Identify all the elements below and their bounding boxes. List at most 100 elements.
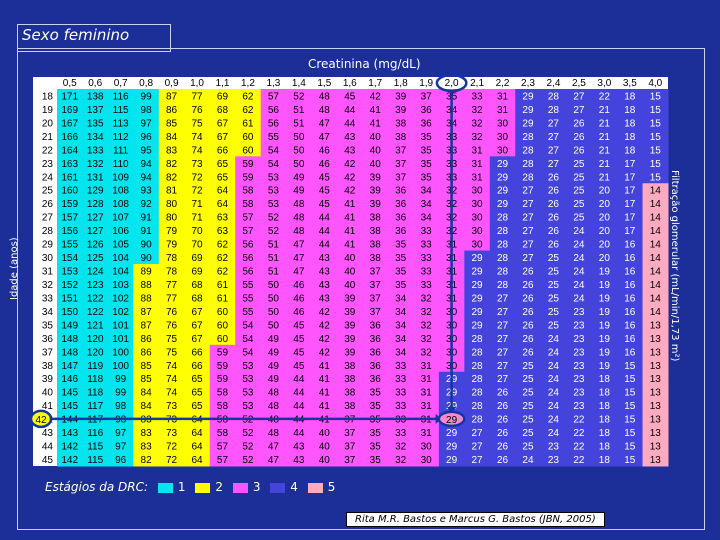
gfr-value: 14 [650,267,662,278]
gfr-value: 33 [421,253,433,264]
gfr-value: 34 [395,307,407,318]
age-label: 26 [42,199,54,210]
gfr-value: 36 [421,118,433,129]
gfr-value: 26 [548,186,560,197]
gfr-value: 77 [166,293,178,304]
column-header: 2,2 [496,78,510,89]
legend-label-4: 4 [290,480,298,494]
gfr-value: 21 [599,118,611,129]
gfr-value: 18 [624,145,636,156]
column-header: 3,0 [597,78,611,89]
gfr-value: 14 [650,307,662,318]
gfr-value: 44 [293,374,305,385]
gfr-value: 96 [141,132,153,143]
gfr-value: 154 [61,253,78,264]
gfr-value: 20 [599,213,611,224]
gfr-value: 18 [624,91,636,102]
gfr-value: 133 [87,145,104,156]
gfr-value: 39 [370,186,382,197]
gfr-value: 41 [344,199,356,210]
gfr-value: 38 [344,374,356,385]
gfr-value: 42 [319,347,331,358]
gfr-value: 34 [421,186,433,197]
gfr-value: 44 [319,213,331,224]
column-header: 0,5 [63,78,77,89]
gfr-value: 40 [344,280,356,291]
gfr-value: 65 [217,159,229,170]
gfr-value: 13 [650,361,662,372]
gfr-value: 29 [497,186,509,197]
gfr-value: 27 [497,293,509,304]
gfr-value: 101 [112,320,129,331]
gfr-value: 66 [217,145,229,156]
gfr-value: 51 [293,105,305,116]
gfr-value: 30 [421,442,433,453]
column-header: 2,4 [546,78,560,89]
gfr-value: 47 [319,118,331,129]
gfr-value: 29 [472,307,484,318]
gfr-value: 13 [650,388,662,399]
gfr-value: 55 [242,293,254,304]
gfr-value: 46 [293,307,305,318]
gfr-value: 83 [141,428,153,439]
gfr-value: 30 [472,240,484,251]
gfr-value: 41 [344,226,356,237]
gfr-value: 77 [191,91,203,102]
gfr-value: 13 [650,374,662,385]
gfr-value: 31 [472,159,484,170]
gfr-value: 32 [472,118,484,129]
gfr-value: 19 [599,334,611,345]
age-label: 40 [42,388,54,399]
gfr-value: 36 [395,213,407,224]
gfr-value: 27 [472,455,484,466]
gfr-value: 95 [141,145,153,156]
gfr-value: 24 [548,361,560,372]
gfr-value: 28 [522,145,534,156]
gfr-value: 62 [242,91,254,102]
gfr-value: 102 [112,307,129,318]
gfr-value: 16 [624,253,636,264]
gfr-value: 24 [573,280,585,291]
gfr-value: 26 [522,267,534,278]
gfr-value: 27 [548,132,560,143]
gfr-value: 27 [497,347,509,358]
gfr-value: 120 [87,347,104,358]
gfr-value: 41 [319,361,331,372]
gfr-value: 30 [497,132,509,143]
gfr-value: 47 [293,267,305,278]
gfr-value: 18 [599,415,611,426]
gfr-value: 45 [293,347,305,358]
gfr-value: 79 [166,226,178,237]
gfr-value: 72 [191,172,203,183]
gfr-value: 25 [522,374,534,385]
age-label: 29 [42,240,54,251]
gfr-value: 29 [497,172,509,183]
gfr-value: 107 [112,213,129,224]
gfr-value: 30 [421,455,433,466]
gfr-value: 38 [395,132,407,143]
age-label: 30 [42,253,54,264]
gfr-value: 27 [548,118,560,129]
gfr-value: 24 [573,240,585,251]
gfr-value: 36 [370,361,382,372]
gfr-value: 60 [217,334,229,345]
gfr-value: 27 [497,374,509,385]
gfr-value: 23 [573,361,585,372]
gfr-value: 25 [548,320,560,331]
gfr-value: 39 [344,320,356,331]
gfr-value: 45 [293,334,305,345]
gfr-value: 32 [421,347,433,358]
gfr-value: 32 [472,105,484,116]
gfr-value: 53 [268,186,280,197]
gfr-value: 40 [319,442,331,453]
gfr-value: 19 [599,280,611,291]
gfr-value: 146 [61,374,78,385]
gfr-value: 42 [344,172,356,183]
gfr-value: 24 [548,347,560,358]
gfr-value: 23 [573,334,585,345]
column-header: 1,7 [368,78,382,89]
gfr-value: 82 [166,172,178,183]
gfr-value: 24 [573,293,585,304]
age-label: 20 [42,118,54,129]
column-header: 1,5 [317,78,331,89]
